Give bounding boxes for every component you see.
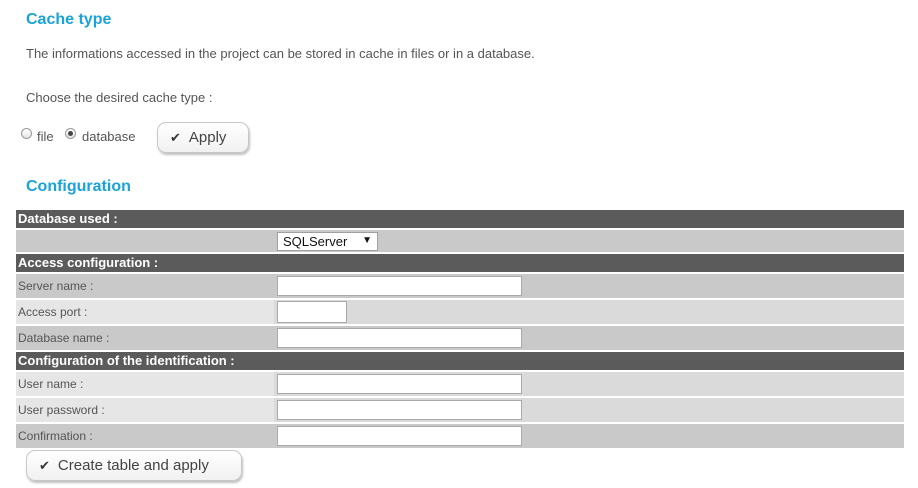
confirmation-cell (274, 424, 904, 448)
user-name-input[interactable] (277, 374, 522, 394)
configuration-table: Database used : SQLServer ▼ Access confi… (16, 210, 904, 448)
access-port-input[interactable] (277, 301, 347, 323)
user-password-row: User password : (16, 398, 904, 422)
database-select-label-cell (16, 230, 274, 252)
user-name-row: User name : (16, 372, 904, 396)
apply-button-label: Apply (188, 129, 227, 146)
triangle-down-icon: ▼ (362, 234, 372, 246)
check-icon: ✔ (39, 457, 50, 473)
database-used-header: Database used : (16, 210, 904, 228)
create-table-button-label: Create table and apply (57, 457, 209, 474)
access-port-cell (274, 300, 904, 324)
access-port-row: Access port : (16, 300, 904, 324)
database-name-cell (274, 326, 904, 350)
user-name-label: User name : (16, 372, 274, 396)
database-select-row: SQLServer ▼ (16, 230, 904, 252)
configuration-title: Configuration (26, 178, 131, 195)
server-name-row: Server name : (16, 274, 904, 298)
user-password-label: User password : (16, 398, 274, 422)
server-name-input[interactable] (277, 276, 522, 296)
user-password-cell (274, 398, 904, 422)
database-select-value: SQLServer (283, 233, 348, 249)
server-name-cell (274, 274, 904, 298)
user-name-cell (274, 372, 904, 396)
database-select-cell: SQLServer ▼ (274, 230, 904, 252)
cache-description: The informations accessed in the project… (26, 46, 535, 61)
database-select[interactable]: SQLServer ▼ (277, 231, 378, 251)
confirmation-input[interactable] (277, 426, 522, 446)
confirmation-row: Confirmation : (16, 424, 904, 448)
access-configuration-header: Access configuration : (16, 254, 904, 272)
apply-button[interactable]: ✔ Apply (157, 122, 249, 153)
identification-header: Configuration of the identification : (16, 352, 904, 370)
database-name-label: Database name : (16, 326, 274, 350)
cache-type-title: Cache type (26, 11, 112, 28)
confirmation-label: Confirmation : (16, 424, 274, 448)
database-name-row: Database name : (16, 326, 904, 350)
radio-database[interactable] (65, 128, 76, 139)
check-icon: ✔ (170, 129, 181, 145)
create-table-button[interactable]: ✔ Create table and apply (26, 450, 242, 481)
radio-database-label: database (82, 129, 136, 144)
cache-prompt: Choose the desired cache type : (26, 90, 213, 105)
user-password-input[interactable] (277, 400, 522, 420)
database-name-input[interactable] (277, 328, 522, 348)
access-port-label: Access port : (16, 300, 274, 324)
server-name-label: Server name : (16, 274, 274, 298)
radio-file-label: file (37, 129, 54, 144)
radio-file[interactable] (21, 128, 32, 139)
